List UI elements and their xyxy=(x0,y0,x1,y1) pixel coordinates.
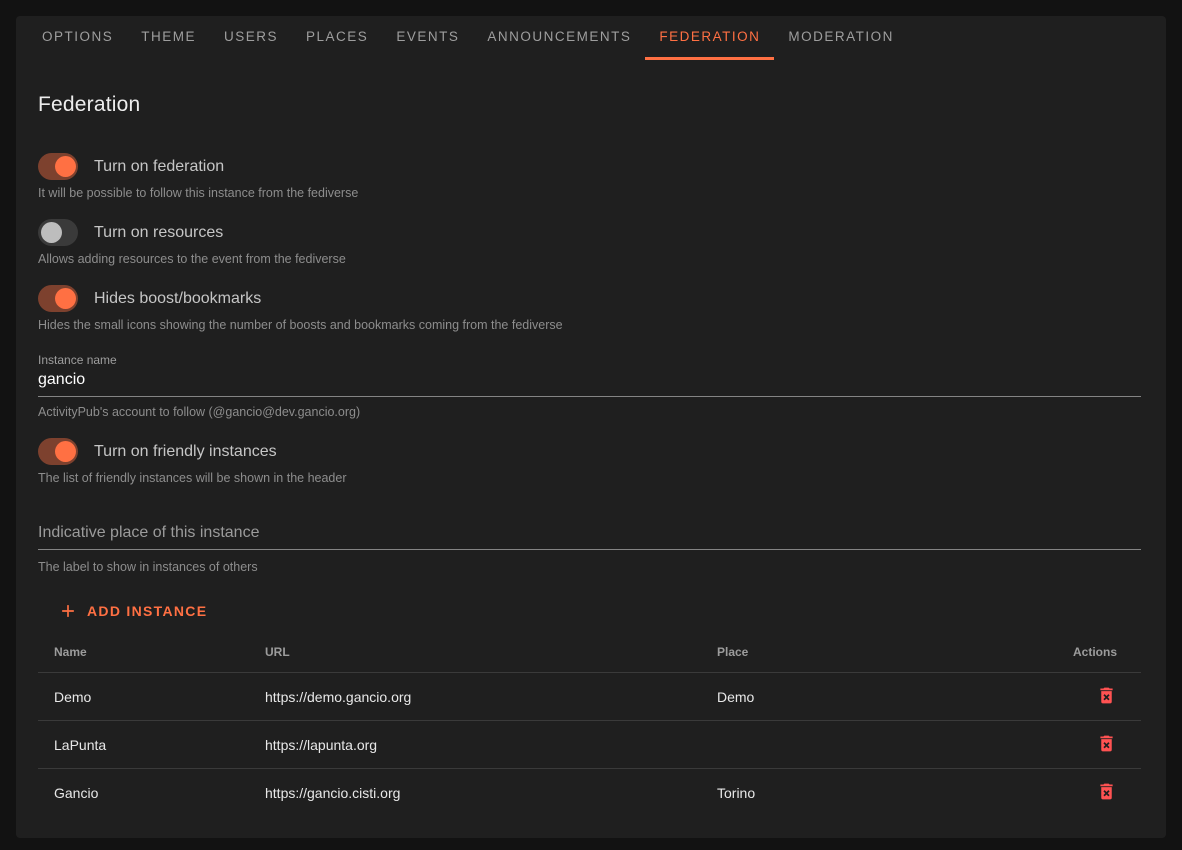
tab-users[interactable]: USERS xyxy=(210,16,292,60)
header-place: Place xyxy=(701,645,1021,659)
admin-panel-card: OPTIONS THEME USERS PLACES EVENTS ANNOUN… xyxy=(16,16,1166,838)
table-header-row: Name URL Place Actions xyxy=(38,631,1141,673)
federation-toggle-label: Turn on federation xyxy=(94,158,224,176)
trusted-instances-table: Name URL Place Actions Demo https://demo… xyxy=(38,631,1141,817)
delete-instance-button[interactable] xyxy=(1096,733,1117,754)
instance-url: https://demo.gancio.org xyxy=(249,689,701,705)
plus-icon xyxy=(58,601,78,621)
instance-place-hint: The label to show in instances of others xyxy=(38,560,1141,575)
resources-toggle[interactable] xyxy=(38,219,78,246)
delete-forever-icon xyxy=(1096,694,1117,709)
instance-url: https://lapunta.org xyxy=(249,737,701,753)
resources-toggle-hint: Allows adding resources to the event fro… xyxy=(38,252,1141,267)
resources-toggle-label: Turn on resources xyxy=(94,224,223,242)
table-row: Gancio https://gancio.cisti.org Torino xyxy=(38,769,1141,817)
header-actions: Actions xyxy=(1021,645,1141,659)
tab-moderation[interactable]: MODERATION xyxy=(774,16,908,60)
instance-name-label: Instance name xyxy=(38,353,1141,367)
instance-place-field: The label to show in instances of others xyxy=(38,520,1141,575)
resources-switch-row: Turn on resources xyxy=(38,219,1141,246)
table-row: LaPunta https://lapunta.org xyxy=(38,721,1141,769)
instance-url: https://gancio.cisti.org xyxy=(249,785,701,801)
toggle-thumb xyxy=(55,156,76,177)
toggle-thumb xyxy=(55,288,76,309)
tab-events[interactable]: EVENTS xyxy=(382,16,473,60)
table-row: Demo https://demo.gancio.org Demo xyxy=(38,673,1141,721)
instance-name-field: Instance name ActivityPub's account to f… xyxy=(38,353,1141,420)
instance-name: Gancio xyxy=(38,785,249,801)
add-instance-label: ADD INSTANCE xyxy=(87,603,207,619)
delete-instance-button[interactable] xyxy=(1096,685,1117,706)
friendly-instances-toggle[interactable] xyxy=(38,438,78,465)
admin-tabbar: OPTIONS THEME USERS PLACES EVENTS ANNOUN… xyxy=(16,16,1166,60)
instance-name: Demo xyxy=(38,689,249,705)
toggle-thumb xyxy=(41,222,62,243)
instance-place: Demo xyxy=(701,689,1021,705)
hide-boost-switch-row: Hides boost/bookmarks xyxy=(38,285,1141,312)
instance-name: LaPunta xyxy=(38,737,249,753)
federation-toggle-hint: It will be possible to follow this insta… xyxy=(38,186,1141,201)
federation-switch-row: Turn on federation xyxy=(38,153,1141,180)
header-url: URL xyxy=(249,645,701,659)
friendly-instances-toggle-hint: The list of friendly instances will be s… xyxy=(38,471,1141,486)
instance-place-input[interactable] xyxy=(38,520,1141,550)
tab-announcements[interactable]: ANNOUNCEMENTS xyxy=(473,16,645,60)
page-title: Federation xyxy=(38,92,1141,117)
instance-place: Torino xyxy=(701,785,1021,801)
friendly-instances-toggle-label: Turn on friendly instances xyxy=(94,443,277,461)
friendly-instances-switch-row: Turn on friendly instances xyxy=(38,438,1141,465)
instance-name-hint: ActivityPub's account to follow (@gancio… xyxy=(38,405,1141,420)
tab-theme[interactable]: THEME xyxy=(127,16,210,60)
tab-options[interactable]: OPTIONS xyxy=(28,16,127,60)
tab-federation[interactable]: FEDERATION xyxy=(645,16,774,60)
federation-toggle[interactable] xyxy=(38,153,78,180)
delete-forever-icon xyxy=(1096,790,1117,805)
delete-instance-button[interactable] xyxy=(1096,781,1117,802)
add-instance-button[interactable]: ADD INSTANCE xyxy=(46,593,219,629)
hide-boost-toggle-label: Hides boost/bookmarks xyxy=(94,290,261,308)
hide-boost-toggle-hint: Hides the small icons showing the number… xyxy=(38,318,1141,333)
tab-places[interactable]: PLACES xyxy=(292,16,382,60)
instance-name-input[interactable] xyxy=(38,367,1141,397)
hide-boost-toggle[interactable] xyxy=(38,285,78,312)
header-name: Name xyxy=(38,645,249,659)
federation-settings: Federation Turn on federation It will be… xyxy=(16,92,1166,817)
toggle-thumb xyxy=(55,441,76,462)
delete-forever-icon xyxy=(1096,742,1117,757)
